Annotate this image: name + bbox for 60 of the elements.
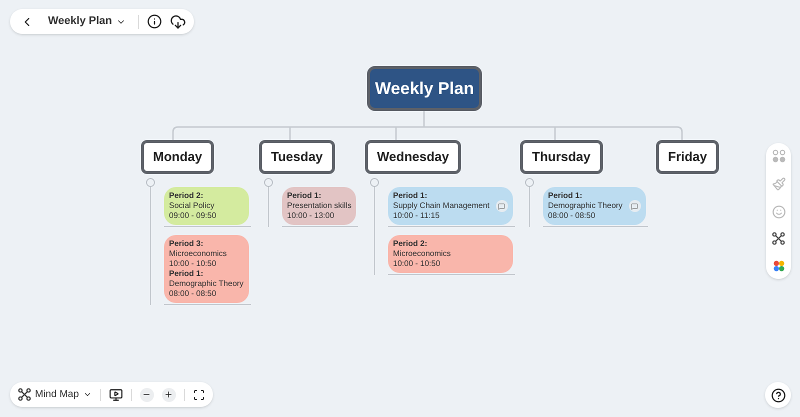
period-label: Period 1:: [287, 191, 322, 201]
fit-screen-icon: [192, 388, 205, 400]
chevron-down-icon: [82, 390, 92, 399]
info-button[interactable]: [147, 14, 162, 29]
day-topic[interactable]: Wednesday: [365, 140, 462, 174]
note-icon: [631, 202, 638, 210]
time-text: 10:00 - 10:50: [393, 259, 442, 269]
subject-text: Microeconomics: [169, 249, 228, 259]
day-topic[interactable]: Monday: [141, 140, 214, 174]
subject-text: Microeconomics: [393, 249, 451, 259]
mind-map-icon: [772, 232, 785, 246]
subject-text: Demographic Theory: [548, 201, 623, 211]
plus-icon: [164, 390, 174, 399]
mind-map-icon: [18, 388, 31, 401]
root-topic[interactable]: Weekly Plan: [367, 66, 482, 111]
subject-text: Social Policy: [169, 201, 216, 211]
note-icon: [498, 202, 506, 210]
view-mode-dropdown[interactable]: Mind Map: [18, 387, 92, 402]
help-button[interactable]: [765, 382, 791, 408]
period-label: Period 2:: [169, 191, 204, 201]
period-card[interactable]: Period 1: Supply Chain Management 10:00 - 11:15: [388, 187, 513, 225]
time-text: 10:00 - 13:00: [287, 211, 336, 221]
subject-text: Presentation skills: [287, 201, 352, 211]
time-text: 10:00 - 10:50: [169, 259, 218, 269]
subject-text: Supply Chain Management: [393, 201, 490, 211]
period-card[interactable]: Period 2: Social Policy 09:00 - 09:50: [164, 187, 249, 225]
presentation-icon: [108, 388, 123, 402]
day-topic[interactable]: Friday: [656, 140, 720, 174]
info-icon: [147, 14, 162, 29]
day-topic[interactable]: Thursday: [520, 140, 603, 174]
time-text: 08:00 - 08:50: [548, 211, 596, 221]
collapse-handle[interactable]: [146, 178, 155, 187]
period-label: Period 2:: [393, 239, 428, 249]
period-label: Period 1:: [548, 191, 584, 201]
period-card[interactable]: Period 2: Microeconomics 10:00 - 10:50: [388, 235, 513, 273]
period-label: Period 1:: [393, 191, 428, 201]
time-text: 10:00 - 11:15: [393, 211, 441, 221]
subject-text: Demographic Theory: [169, 279, 244, 289]
color-palette-icon[interactable]: [772, 259, 786, 273]
period-label: Period 1:: [169, 269, 204, 279]
note-badge[interactable]: [628, 200, 641, 212]
time-text: 09:00 - 09:50: [169, 211, 216, 221]
present-button[interactable]: [108, 388, 123, 402]
zoom-out-button[interactable]: [140, 388, 154, 402]
zoom-in-button[interactable]: [162, 388, 176, 402]
period-label: Period 3:: [169, 239, 204, 249]
download-button[interactable]: [170, 14, 186, 30]
collapse-handle[interactable]: [370, 178, 379, 187]
time-text: 08:00 - 08:50: [169, 289, 218, 299]
day-topic[interactable]: Tuesday: [259, 140, 335, 174]
period-card[interactable]: Period 1: Demographic Theory 08:00 - 08:50: [543, 187, 646, 225]
period-card[interactable]: Period 3: Microeconomics 10:00 - 10:50 Period 1: Demographic Theory 08:00 - 08:50: [164, 235, 249, 303]
fit-screen-button[interactable]: [192, 388, 205, 400]
period-card[interactable]: Period 1: Presentation skills 10:00 - 13:00: [282, 187, 356, 225]
help-icon: [770, 388, 786, 402]
note-badge[interactable]: [496, 200, 508, 212]
collapse-handle[interactable]: [525, 178, 534, 187]
collapse-handle[interactable]: [264, 178, 273, 187]
cloud-download-icon: [170, 14, 186, 30]
document-title-dropdown[interactable]: Weekly Plan: [44, 13, 130, 30]
